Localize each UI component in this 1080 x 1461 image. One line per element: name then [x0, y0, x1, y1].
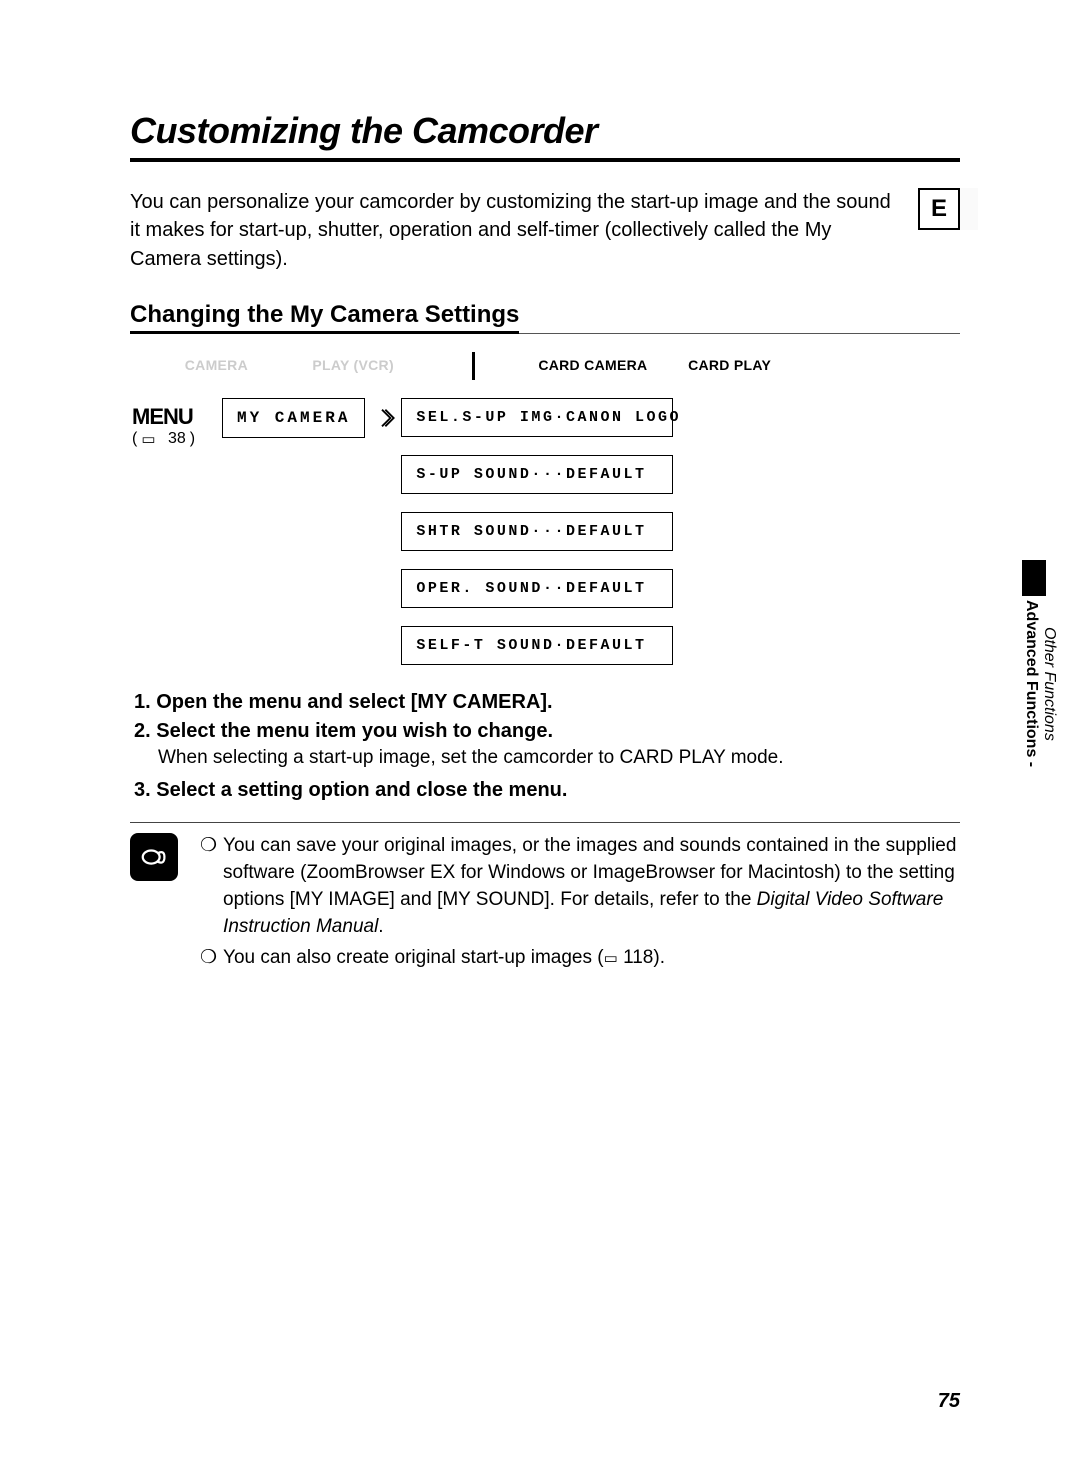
title-rule	[130, 158, 960, 162]
page-title: Customizing the Camcorder	[130, 110, 960, 152]
side-category: Other Functions	[1041, 627, 1058, 741]
step-text: Open the menu and select [MY CAMERA].	[156, 691, 552, 713]
mode-play-vcr: PLAY (VCR)	[285, 352, 422, 380]
steps-list: 1. Open the menu and select [MY CAMERA].…	[130, 691, 960, 802]
mode-card-camera: CARD CAMERA	[525, 352, 662, 380]
side-tab: Other Functions Advanced Functions -	[1022, 560, 1046, 767]
step-text: Select the menu item you wish to change.	[156, 720, 553, 742]
menu-item: OPER. SOUND··DEFAULT	[401, 569, 673, 608]
step-1: 1. Open the menu and select [MY CAMERA].	[134, 691, 960, 714]
step-2-note: When selecting a start-up image, set the…	[158, 747, 960, 769]
menu-label: MENU	[132, 404, 218, 430]
tip-2: ❍ You can also create original start-up …	[200, 945, 960, 972]
language-tag: E	[918, 188, 960, 230]
tip-page-ref: 118	[623, 947, 653, 968]
tip-text: You can also create original start-up im…	[223, 947, 604, 968]
step-2: 2. Select the menu item you wish to chan…	[134, 720, 960, 743]
mode-bar: CAMERA PLAY (VCR) CARD CAMERA CARD PLAY	[148, 352, 798, 380]
step-num: 1.	[134, 691, 151, 713]
menu-diagram: MENU (▭ 38) MY CAMERA SEL.S-UP IMG·CANON…	[130, 398, 960, 665]
arrow-icon	[365, 398, 401, 665]
tip-1: ❍ You can save your original images, or …	[200, 833, 960, 941]
page-number: 75	[938, 1390, 960, 1413]
step-text: Select a setting option and close the me…	[156, 779, 567, 801]
step-3: 3. Select a setting option and close the…	[134, 779, 960, 802]
note-icon	[130, 833, 178, 881]
bullet-icon: ❍	[200, 945, 217, 972]
step-num: 3.	[134, 779, 151, 801]
menu-item: SHTR SOUND···DEFAULT	[401, 512, 673, 551]
side-chapter: Advanced Functions -	[1023, 600, 1040, 767]
intro-paragraph: You can personalize your camcorder by cu…	[130, 188, 900, 273]
book-icon: ▭	[141, 430, 155, 448]
menu-item: SEL.S-UP IMG·CANON LOGO	[401, 398, 673, 437]
tip-text: ).	[653, 947, 665, 968]
menu-category-box: MY CAMERA	[222, 398, 365, 438]
mode-camera: CAMERA	[148, 352, 285, 380]
tip-rule	[130, 822, 960, 823]
step-num: 2.	[134, 720, 151, 742]
mode-separator	[472, 352, 475, 380]
book-icon: ▭	[604, 950, 618, 967]
menu-ref-num: 38	[168, 430, 186, 448]
menu-item: SELF-T SOUND·DEFAULT	[401, 626, 673, 665]
menu-page-ref: (▭ 38)	[132, 430, 218, 448]
tip-text: .	[378, 916, 383, 937]
bullet-icon: ❍	[200, 833, 217, 941]
mode-card-play: CARD PLAY	[661, 352, 798, 380]
side-strip	[1022, 560, 1046, 596]
section-heading: Changing the My Camera Settings	[130, 301, 519, 331]
menu-item: S-UP SOUND···DEFAULT	[401, 455, 673, 494]
